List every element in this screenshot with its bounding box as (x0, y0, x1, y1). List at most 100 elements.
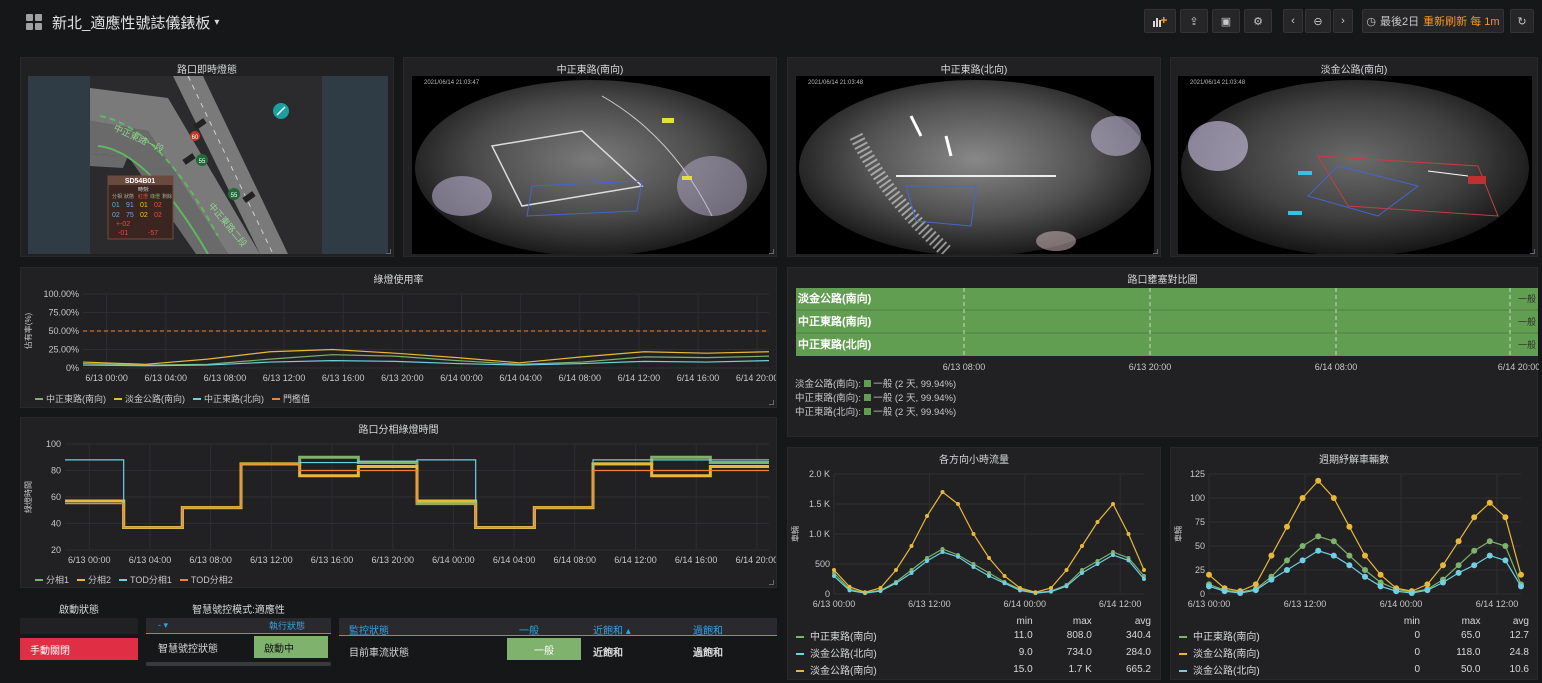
add-panel-button[interactable] (1144, 9, 1176, 33)
legend-max: 50.0 (1461, 664, 1481, 675)
zoom-out-icon: ⊖ (1313, 15, 1323, 28)
data-point (1002, 574, 1007, 578)
refresh-button[interactable]: ↻ (1510, 9, 1534, 33)
data-point (1095, 562, 1100, 566)
svg-text:02: 02 (140, 212, 148, 219)
x-tick-label: 6/14 16:00 (675, 555, 718, 565)
state-row-label: 中正東路(北向) (798, 337, 872, 351)
state-legend-item[interactable]: 中正東路(北向): 一般 (2 天, 99.94%) (795, 406, 956, 420)
panel-title: 啟動狀態 (59, 605, 99, 616)
legend-item[interactable]: TOD分相2 (179, 573, 233, 586)
chevron-down-icon[interactable]: ▾ (214, 17, 219, 28)
x-tick-label: 6/14 08:00 (558, 373, 601, 383)
column-menu[interactable]: - ▾ (158, 620, 168, 631)
column-header[interactable]: 一般 (519, 622, 539, 637)
usage-chart[interactable]: 0% 25.00% 50.00% 75.00% 100.00% 6/13 00:00 6/1… (21, 284, 776, 394)
column-header[interactable]: 監控狀態 (349, 622, 389, 637)
cycle-chart[interactable]: 0 25 50 75 100 125 6/13 00:00 6/13 12:00 6/14 00… (1171, 464, 1537, 614)
legend-min: 11.0 (1013, 630, 1033, 641)
chevron-left-icon: ‹ (1291, 15, 1295, 27)
column-header[interactable]: 過飽和 (693, 622, 723, 637)
state-timeline-chart[interactable]: 淡金公路(南向) 中正東路(南向) 中正東路(北向) 一般 一般 一般 6/13… (788, 286, 1539, 386)
legend-row[interactable]: 中正東路(南向) 11.0 808.0 340.4 (796, 627, 1151, 644)
state-legend: 淡金公路(南向): 一般 (2 天, 99.94%) 中正東路(南向): 一般 … (795, 378, 956, 420)
svg-text:02: 02 (154, 202, 162, 209)
x-tick-label: 6/14 08:00 (1315, 362, 1358, 372)
legend-label: TOD分相1 (130, 575, 172, 585)
y-tick-label: 500 (815, 559, 830, 569)
legend-item[interactable]: 分相2 (77, 573, 111, 586)
resize-handle[interactable] (386, 249, 391, 254)
dashboard-title[interactable]: 新北_適應性號誌儀錶板 (52, 12, 210, 33)
svg-text:-01: -01 (118, 230, 128, 237)
flow-chart[interactable]: 0 500 1.0 K 1.5 K 2.0 K 6/13 00:00 6/13 12:00 6… (788, 464, 1160, 614)
resize-handle[interactable] (769, 400, 774, 405)
x-tick-label: 6/14 12:00 (618, 373, 661, 383)
settings-button[interactable]: ⚙ (1244, 9, 1272, 33)
state-end-label: 一般 (1518, 316, 1536, 327)
legend-row[interactable]: 淡金公路(南向) 0 118.0 24.8 (1179, 644, 1529, 661)
clock-icon: ◷ (1366, 15, 1377, 28)
legend-item[interactable]: 中正東路(南向) (35, 392, 106, 405)
legend-row[interactable]: 中正東路(南向) 0 65.0 12.7 (1179, 627, 1529, 644)
data-point (1080, 571, 1084, 575)
legend-swatch (77, 578, 86, 581)
zoom-out-button[interactable]: ⊖ (1305, 9, 1331, 33)
legend-row[interactable]: 淡金公路(北向) 0 50.0 10.6 (1179, 661, 1529, 678)
column-header[interactable]: 執行狀態 (269, 619, 305, 632)
resize-handle[interactable] (769, 580, 774, 585)
resize-handle[interactable] (1153, 249, 1158, 254)
resize-handle[interactable] (769, 249, 774, 254)
svg-text:時刻:: 時刻: (138, 186, 149, 193)
resize-handle[interactable] (1530, 249, 1535, 254)
data-point (1126, 532, 1131, 536)
series-line (82, 354, 770, 366)
time-forward-button[interactable]: › (1333, 9, 1353, 33)
data-point (956, 502, 960, 506)
grid-icon[interactable] (26, 14, 42, 30)
y-tick-label: 100.00% (43, 289, 79, 299)
intersection-map[interactable]: 中正東路一段 中正東路二段 60 55 55 SD54B01 時刻: 分相 狀態… (28, 76, 388, 254)
camera-feed-3[interactable]: 2021/06/14 21:03:48 (1178, 76, 1532, 254)
split-chart[interactable]: 20 40 60 80 100 6/13 00:00 6/13 04:00 6/13 08:0… (21, 434, 776, 576)
camera-feed-2[interactable]: 2021/06/14 21:03:48 (796, 76, 1154, 254)
legend-item[interactable]: TOD分相1 (119, 573, 172, 586)
camera-timestamp: 2021/06/14 21:03:48 (808, 80, 864, 86)
x-tick-label: 6/13 00:00 (85, 373, 128, 383)
camera-feed-1[interactable]: 2021/06/14 21:03:47 (412, 76, 770, 254)
legend-item[interactable]: 淡金公路(南向) (114, 392, 185, 405)
y-tick-label: 2.0 K (809, 469, 830, 479)
signal-info-card[interactable]: SD54B01 時刻: 分相 狀態 紅燈 綠燈 剩餘 01 91 01 02 0… (107, 175, 174, 240)
cycle-legend-table: min max avg 中正東路(南向) 0 65.0 12.7 淡金公路(南向) 0 118.… (1179, 616, 1529, 678)
time-back-button[interactable]: ‹ (1283, 9, 1303, 33)
y-tick-label: 50.00% (48, 326, 79, 336)
monitor-status-table: 監控狀態 一般 近飽和 ▴ 過飽和 目前車流狀態 一般 近飽和 過飽和 (339, 618, 777, 678)
state-legend-item[interactable]: 淡金公路(南向): 一般 (2 天, 99.94%) (795, 378, 956, 392)
state-legend-item[interactable]: 中正東路(南向): 一般 (2 天, 99.94%) (795, 392, 956, 406)
legend-row[interactable]: 淡金公路(南向) 15.0 1.7 K 665.2 (796, 661, 1151, 678)
share-icon: ⇪ (1189, 15, 1199, 28)
legend-item[interactable]: 中正東路(北向) (193, 392, 264, 405)
data-point (894, 581, 898, 586)
data-point (1330, 552, 1337, 559)
data-point (1252, 581, 1259, 588)
data-point (1362, 573, 1368, 580)
legend-row[interactable]: 淡金公路(北向) 9.0 734.0 284.0 (796, 644, 1151, 661)
y-tick-label: 20 (51, 545, 61, 555)
legend-min: 0 (1414, 664, 1420, 675)
svg-text:75: 75 (126, 212, 134, 219)
save-button[interactable]: ▣ (1212, 9, 1240, 33)
x-tick-label: 6/13 16:00 (311, 555, 354, 565)
manual-off-button[interactable]: 手動關閉 (20, 638, 138, 660)
legend-item[interactable]: 門檻值 (272, 392, 310, 405)
svg-text:分相: 分相 (112, 193, 122, 200)
time-picker[interactable]: ◷ 最後2日 重新刷新 每 1m (1362, 9, 1504, 33)
x-tick-label: 6/14 20:00 (736, 373, 776, 383)
camera-panel-3: 淡金公路(南向) 2021/06/14 21:03:48 (1170, 57, 1538, 257)
legend-item[interactable]: 分相1 (35, 573, 69, 586)
column-header[interactable]: 近飽和 ▴ (593, 622, 631, 637)
y-tick-label: 125 (1190, 469, 1205, 479)
horizontal-scrollbar[interactable] (146, 662, 331, 666)
data-point (832, 574, 836, 578)
share-button[interactable]: ⇪ (1180, 9, 1208, 33)
